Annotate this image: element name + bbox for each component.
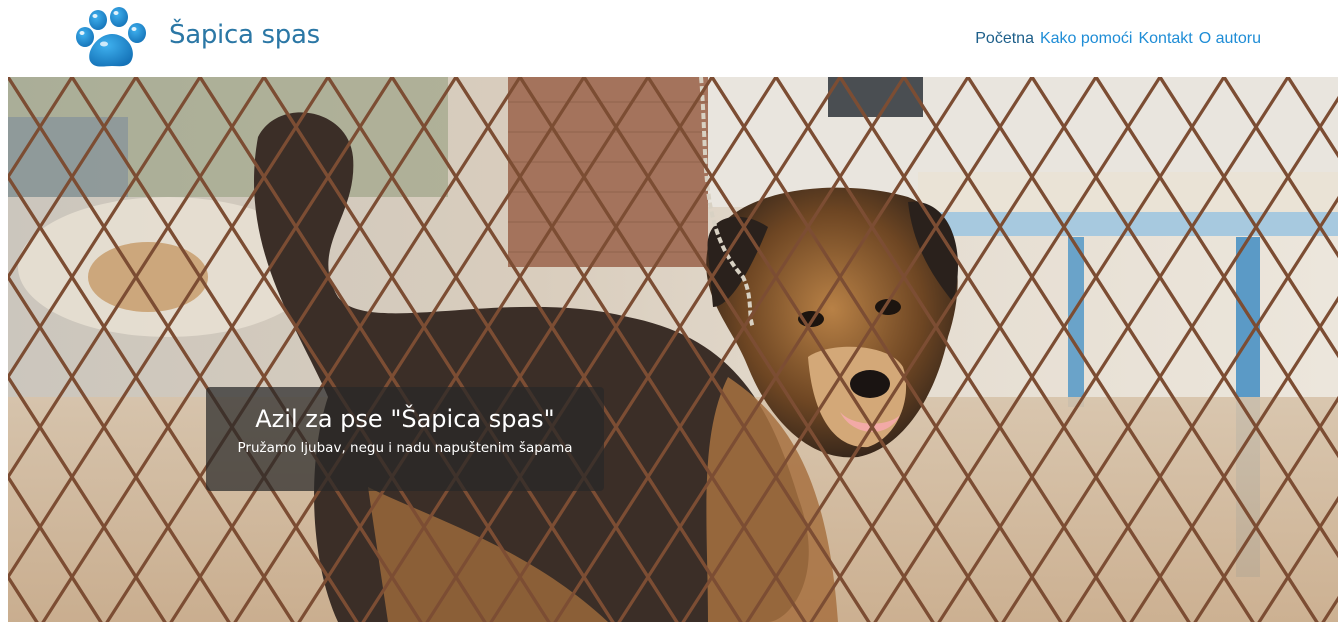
hero-title: Azil za pse "Šapica spas" bbox=[255, 405, 555, 433]
site-header: Šapica spas Početna Kako pomoći Kontakt … bbox=[0, 0, 1338, 77]
paw-icon[interactable] bbox=[74, 6, 152, 70]
hero-caption: Azil za pse "Šapica spas" Pružamo ljubav… bbox=[206, 387, 604, 491]
site-title[interactable]: Šapica spas bbox=[169, 15, 320, 55]
main-nav: Početna Kako pomoći Kontakt O autoru bbox=[972, 27, 1264, 51]
hero-subtitle: Pružamo ljubav, negu i nadu napuštenim š… bbox=[237, 440, 573, 456]
dog-behind-fence-photo bbox=[8, 77, 1338, 622]
hero-banner: Azil za pse "Šapica spas" Pružamo ljubav… bbox=[8, 77, 1338, 622]
nav-link-o-autoru[interactable]: O autoru bbox=[1196, 27, 1264, 51]
nav-link-kako-pomoci[interactable]: Kako pomoći bbox=[1037, 27, 1136, 51]
nav-link-pocetna[interactable]: Početna bbox=[972, 27, 1037, 51]
nav-link-kontakt[interactable]: Kontakt bbox=[1135, 27, 1195, 51]
